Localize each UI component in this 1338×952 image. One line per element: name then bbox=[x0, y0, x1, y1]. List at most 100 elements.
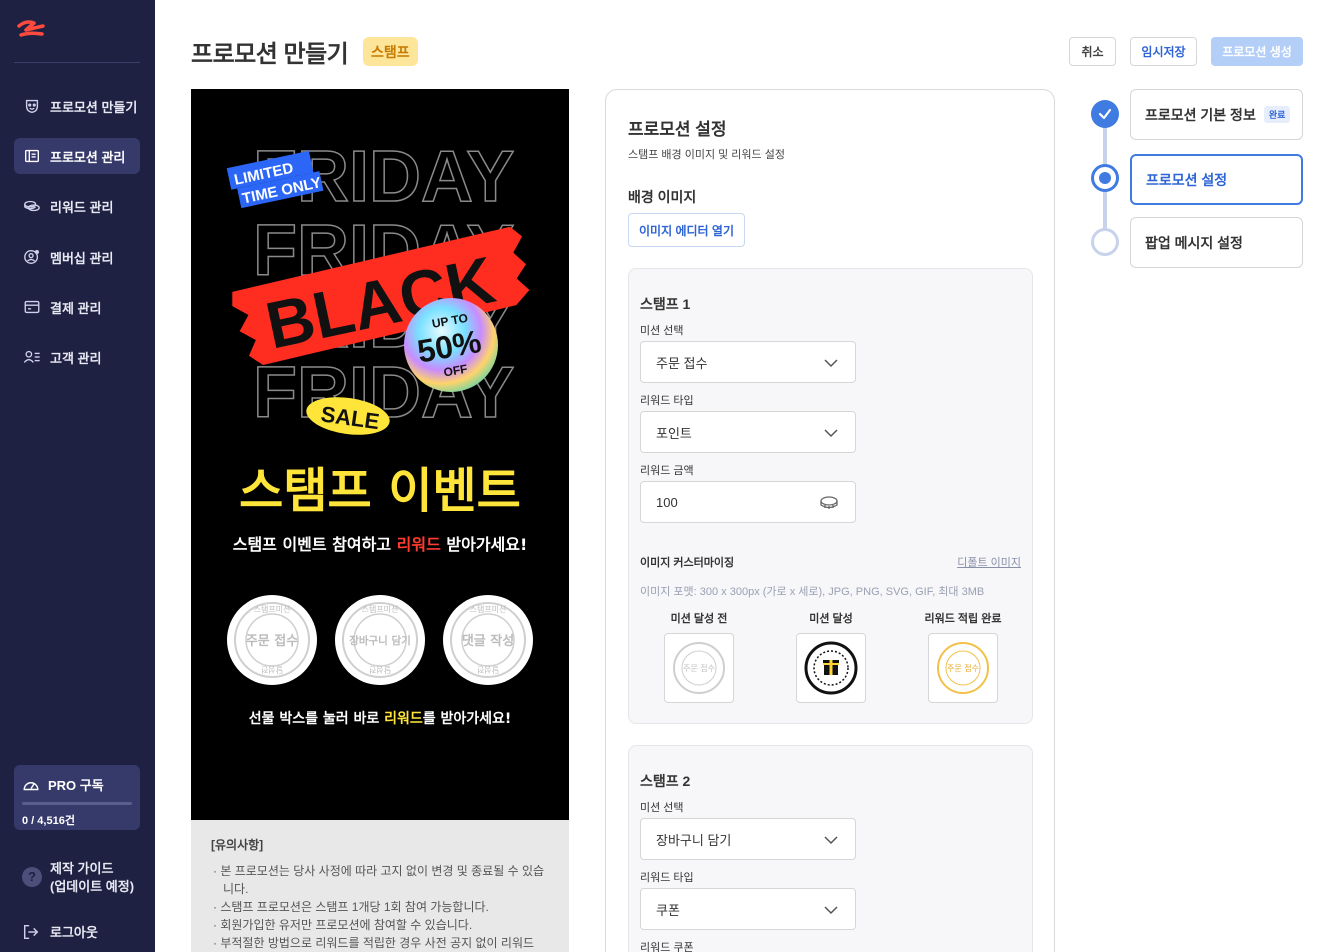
logout-button[interactable]: 로그아웃 bbox=[22, 922, 98, 941]
svg-text:달성전: 달성전 bbox=[261, 665, 283, 675]
step-complete-marker bbox=[1091, 100, 1119, 128]
sidebar-divider bbox=[14, 62, 140, 63]
logout-icon bbox=[23, 924, 39, 939]
chevron-down-icon bbox=[824, 359, 838, 368]
coins-icon bbox=[22, 196, 42, 216]
cancel-button[interactable]: 취소 bbox=[1069, 37, 1116, 66]
preview-gift-line: 선물 박스를 눌러 바로 리워드를 받아가세요! bbox=[249, 710, 512, 727]
step-promotion-settings[interactable]: 프로모션 설정 bbox=[1130, 154, 1303, 205]
chevron-down-icon bbox=[824, 429, 838, 438]
notice-section: [유의사항] · 본 프로모션는 당사 사정에 따라 고지 없이 변경 및 종료… bbox=[191, 820, 569, 952]
image-reward-upload[interactable]: 주문 접수 bbox=[928, 633, 998, 703]
guide-line1: 제작 가이드 bbox=[50, 861, 114, 876]
step-basic-info[interactable]: 프로모션 기본 정보 완료 bbox=[1130, 89, 1303, 140]
mission-label: 미션 선택 bbox=[640, 802, 684, 814]
stamp-1-title: 스탬프 1 bbox=[640, 296, 691, 312]
step-label: 프로모션 기본 정보 bbox=[1145, 106, 1256, 123]
preview-stamp-2[interactable]: 스탬프미션 장바구니 담기 달성전 bbox=[335, 595, 425, 685]
image-format-hint: 이미지 포맷: 300 x 300px (가로 x 세로), JPG, PNG,… bbox=[640, 586, 985, 598]
sidebar-item-label: 리워드 관리 bbox=[50, 199, 114, 215]
create-promotion-button[interactable]: 프로모션 생성 bbox=[1211, 37, 1303, 66]
layout-icon bbox=[22, 146, 42, 166]
reward-type-select[interactable]: 포인트 bbox=[640, 411, 856, 453]
stamp-reward-image: 주문 접수 bbox=[937, 642, 989, 694]
image-before-upload[interactable]: 주문 접수 bbox=[664, 633, 734, 703]
reward-type-label: 리워드 타입 bbox=[640, 395, 694, 407]
image-before-label: 미션 달성 전 bbox=[670, 613, 728, 625]
pro-subscription-card[interactable]: PRO 구독 0 / 4,516건 bbox=[14, 765, 140, 830]
gauge-icon bbox=[23, 781, 39, 790]
svg-text:스탬프미션: 스탬프미션 bbox=[470, 604, 507, 614]
preview-subline: 스탬프 이벤트 참여하고 리워드 받아가세요! bbox=[233, 535, 528, 554]
discount-sticker: UP TO 50% OFF bbox=[404, 298, 498, 392]
svg-text:주문 접수: 주문 접수 bbox=[246, 633, 298, 649]
member-badge-icon bbox=[22, 247, 42, 267]
notice-item: · 부적절한 방법으로 리워드를 적립한 경우 사전 공지 없이 리워드 bbox=[213, 936, 535, 950]
sidebar-item-customer[interactable]: 고객 관리 bbox=[14, 339, 140, 375]
theater-mask-icon bbox=[22, 96, 42, 116]
image-before-mission: 미션 달성 전 주문 접수 bbox=[649, 610, 749, 703]
step-current-marker bbox=[1091, 164, 1119, 192]
preview-stamp-3[interactable]: 스탬프미션 댓글 작성 달성전 bbox=[443, 595, 533, 685]
notice-list: · 본 프로모션는 당사 사정에 따라 고지 없이 변경 및 종료될 수 있습니… bbox=[211, 862, 549, 952]
sidebar-item-membership[interactable]: 멤버십 관리 bbox=[14, 239, 140, 275]
default-image-link[interactable]: 디폴트 이미지 bbox=[957, 554, 1021, 570]
panel-title: 프로모션 설정 bbox=[628, 120, 727, 139]
background-image-label: 배경 이미지 bbox=[628, 189, 697, 205]
sidebar: 프로모션 만들기 프로모션 관리 리워드 관리 멤버십 관리 결제 관리 고객 … bbox=[0, 0, 155, 952]
notice-item: · 본 프로모션는 당사 사정에 따라 고지 없이 변경 및 종료될 수 있습니… bbox=[213, 864, 545, 896]
sidebar-item-reward[interactable]: 리워드 관리 bbox=[14, 188, 140, 224]
svg-text:달성전: 달성전 bbox=[369, 665, 391, 675]
reward-type-value: 쿠폰 bbox=[656, 902, 680, 918]
sidebar-item-label: 고객 관리 bbox=[50, 350, 102, 366]
user-list-icon bbox=[22, 347, 42, 367]
mission-select[interactable]: 장바구니 담기 bbox=[640, 818, 856, 860]
page-title: 프로모션 만들기 bbox=[191, 41, 349, 68]
stamp-2-card: 스탬프 2 미션 선택 장바구니 담기 리워드 타입 쿠폰 리워드 쿠폰 bbox=[628, 745, 1033, 952]
step-done-badge: 완료 bbox=[1263, 106, 1291, 123]
stamp-done-image bbox=[804, 641, 858, 695]
step-label: 팝업 메시지 설정 bbox=[1145, 234, 1243, 251]
save-draft-button[interactable]: 임시저장 bbox=[1130, 37, 1197, 66]
image-reward-complete: 리워드 적립 완료 주문 접수 bbox=[913, 610, 1013, 703]
guide-line2: (업데이트 예정) bbox=[50, 879, 135, 894]
step-popup-message[interactable]: 팝업 메시지 설정 bbox=[1130, 217, 1303, 268]
wallet-icon bbox=[22, 297, 42, 317]
sidebar-item-label: 결제 관리 bbox=[50, 300, 102, 316]
reward-type-label: 리워드 타입 bbox=[640, 872, 694, 884]
svg-text:장바구니 담기: 장바구니 담기 bbox=[349, 634, 411, 647]
open-image-editor-button[interactable]: 이미지 에디터 열기 bbox=[628, 213, 745, 247]
guide-link[interactable]: ? 제작 가이드 (업데이트 예정) bbox=[22, 860, 134, 896]
pro-title: PRO 구독 bbox=[22, 775, 132, 794]
help-icon: ? bbox=[22, 867, 42, 887]
guide-text: 제작 가이드 (업데이트 예정) bbox=[50, 860, 134, 896]
image-customizing-label: 이미지 커스터마이징 bbox=[640, 557, 735, 569]
notice-item: · 스탬프 프로모션은 스탬프 1개당 1회 참여 가능합니다. bbox=[213, 900, 489, 914]
sidebar-item-create-promotion[interactable]: 프로모션 만들기 bbox=[14, 88, 140, 124]
image-reward-label: 리워드 적립 완료 bbox=[924, 613, 1002, 625]
sidebar-item-payment[interactable]: 결제 관리 bbox=[14, 289, 140, 325]
notice-title: [유의사항] bbox=[211, 838, 264, 852]
pro-usage-bar bbox=[22, 802, 132, 805]
svg-text:주문 접수: 주문 접수 bbox=[683, 663, 715, 673]
chevron-down-icon bbox=[824, 906, 838, 915]
panel-subtitle: 스탬프 배경 이미지 및 리워드 설정 bbox=[628, 149, 785, 161]
step-label: 프로모션 설정 bbox=[1146, 171, 1228, 188]
svg-text:스탬프미션: 스탬프미션 bbox=[362, 604, 399, 614]
image-done-label: 미션 달성 bbox=[809, 613, 853, 625]
promotion-banner-art: FRIDAY FRIDAY FRIDAY FRIDAY LIMITED TIME… bbox=[226, 136, 533, 727]
reward-type-select[interactable]: 쿠폰 bbox=[640, 888, 856, 930]
mission-select[interactable]: 주문 접수 bbox=[640, 341, 856, 383]
promotion-settings-panel: 프로모션 설정 스탬프 배경 이미지 및 리워드 설정 배경 이미지 이미지 에… bbox=[605, 89, 1055, 952]
image-done-upload[interactable] bbox=[796, 633, 866, 703]
reward-amount-input[interactable]: 100 bbox=[640, 481, 856, 523]
stamp-before-image: 주문 접수 bbox=[673, 642, 725, 694]
sidebar-item-manage-promotion[interactable]: 프로모션 관리 bbox=[14, 138, 140, 174]
image-mission-done: 미션 달성 bbox=[781, 610, 881, 703]
svg-text:달성전: 달성전 bbox=[477, 665, 499, 675]
sidebar-item-label: 프로모션 관리 bbox=[50, 149, 126, 165]
svg-text:주문 접수: 주문 접수 bbox=[947, 663, 979, 673]
preview-stamp-1[interactable]: 스탬프미션 주문 접수 달성전 bbox=[227, 595, 317, 685]
step-todo-marker bbox=[1091, 228, 1119, 256]
brand-logo[interactable] bbox=[16, 18, 46, 40]
